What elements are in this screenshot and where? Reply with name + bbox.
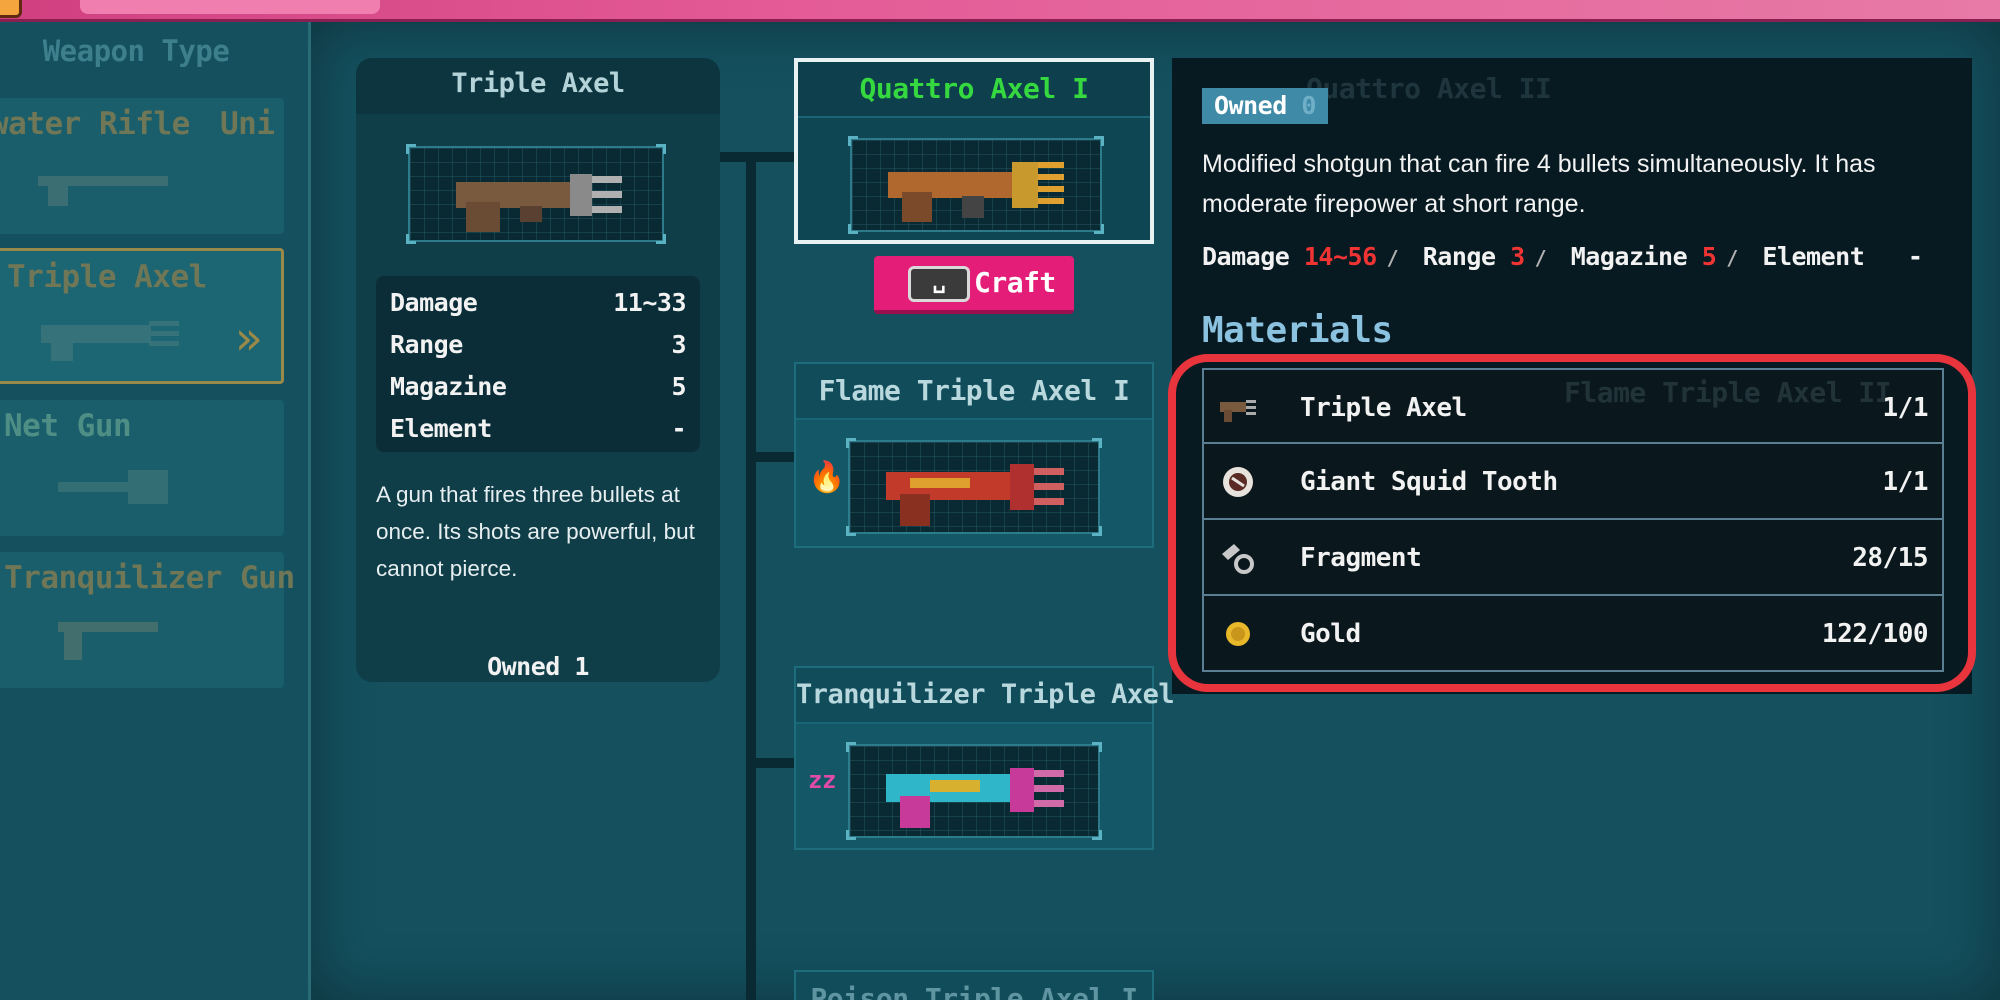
weapon-type-label-extra: Uni <box>220 106 275 142</box>
base-weapon-card: Triple Axel Damage 11~33 Range 3 Magazine 5… <box>356 58 720 682</box>
base-weapon-name: Triple Axel <box>356 58 720 114</box>
upgrade-name: Poison Triple Axel I <box>796 972 1152 1000</box>
stat-magazine: Magazine 5 <box>390 372 686 401</box>
chevron-right-icon: » <box>234 311 263 365</box>
weapon-type-item-tranquilizer-gun[interactable]: Tranquilizer Gun <box>0 552 295 688</box>
sidebar-title: Weapon Type <box>42 34 230 68</box>
upgrade-card-quattro-axel[interactable]: Quattro Axel I <box>794 58 1154 244</box>
flame-icon: 🔥 <box>808 460 846 495</box>
stat-element: Element - <box>390 414 686 443</box>
weapon-type-item-water-rifle[interactable]: water Rifle Uni <box>0 98 284 234</box>
tranquilizer-gun-icon <box>58 622 158 660</box>
weapon-type-label: Tranquilizer Gun <box>4 560 295 596</box>
tree-branch <box>756 758 796 768</box>
base-weapon-image <box>406 144 666 244</box>
upgrade-card-poison-triple-axel[interactable]: Poison Triple Axel I <box>794 970 1154 1000</box>
space-key-icon: ␣ <box>908 266 970 302</box>
upgrade-name: Flame Triple Axel I <box>796 364 1152 420</box>
water-rifle-icon <box>38 176 168 206</box>
tree-connector <box>720 152 796 162</box>
weapon-type-item-net-gun[interactable]: Net Gun <box>0 400 284 536</box>
upgrade-card-flame-triple-axel[interactable]: Flame Triple Axel I 🔥 <box>794 362 1154 548</box>
weapon-type-label: Triple Axel <box>7 259 207 295</box>
upgrade-weapon-image <box>846 742 1102 840</box>
ghost-label: Quattro Axel II <box>1306 72 1552 105</box>
tree-trunk <box>746 152 756 1000</box>
title-bar <box>0 0 2000 22</box>
tranquilizer-triple-axel-gun-icon <box>886 768 1064 828</box>
net-gun-icon <box>58 470 168 504</box>
craft-label: Craft <box>974 266 1056 299</box>
weapon-type-label: water Rifle <box>0 106 190 142</box>
tree-branch <box>756 452 796 462</box>
materials-highlight-annotation <box>1168 354 1976 692</box>
base-weapon-stats: Damage 11~33 Range 3 Magazine 5 Element - <box>376 276 700 452</box>
craft-button[interactable]: ␣ Craft <box>874 256 1074 314</box>
flame-triple-axel-gun-icon <box>886 464 1064 526</box>
base-weapon-owned: Owned 1 <box>487 652 589 681</box>
triple-axel-icon <box>41 321 179 361</box>
upgrade-name: Tranquilizer Triple Axel <box>796 668 1175 724</box>
upgrade-name: Quattro Axel I <box>798 62 1150 118</box>
weapon-type-sidebar: Weapon Type water Rifle Uni Triple Axel … <box>0 22 308 1000</box>
weapon-type-item-triple-axel[interactable]: Triple Axel » <box>0 248 284 384</box>
weapon-stats-line: Damage 14~56/ Range 3/ Magazine 5/ Eleme… <box>1202 242 1923 271</box>
materials-heading: Materials <box>1202 310 1393 351</box>
upgrade-card-tranquilizer-triple-axel[interactable]: Tranquilizer Triple Axel zz <box>794 666 1175 850</box>
upgrade-weapon-image <box>848 136 1104 234</box>
base-weapon-description: A gun that fires three bullets at once. … <box>376 482 695 581</box>
weapon-type-label: Net Gun <box>4 408 132 444</box>
triple-axel-gun-icon <box>456 174 622 232</box>
quattro-axel-gun-icon <box>888 162 1064 222</box>
owned-badge: Owned 0 <box>1202 88 1328 124</box>
game-window: Weapon Type water Rifle Uni Triple Axel … <box>0 0 2000 1000</box>
stat-range: Range 3 <box>390 330 686 359</box>
title-banner <box>80 0 380 14</box>
game-logo-icon <box>0 0 22 18</box>
stat-damage: Damage 11~33 <box>390 288 686 317</box>
sleep-icon: zz <box>808 766 836 794</box>
upgrade-weapon-image <box>846 438 1102 536</box>
weapon-description: Modified shotgun that can fire 4 bullets… <box>1202 150 1876 218</box>
